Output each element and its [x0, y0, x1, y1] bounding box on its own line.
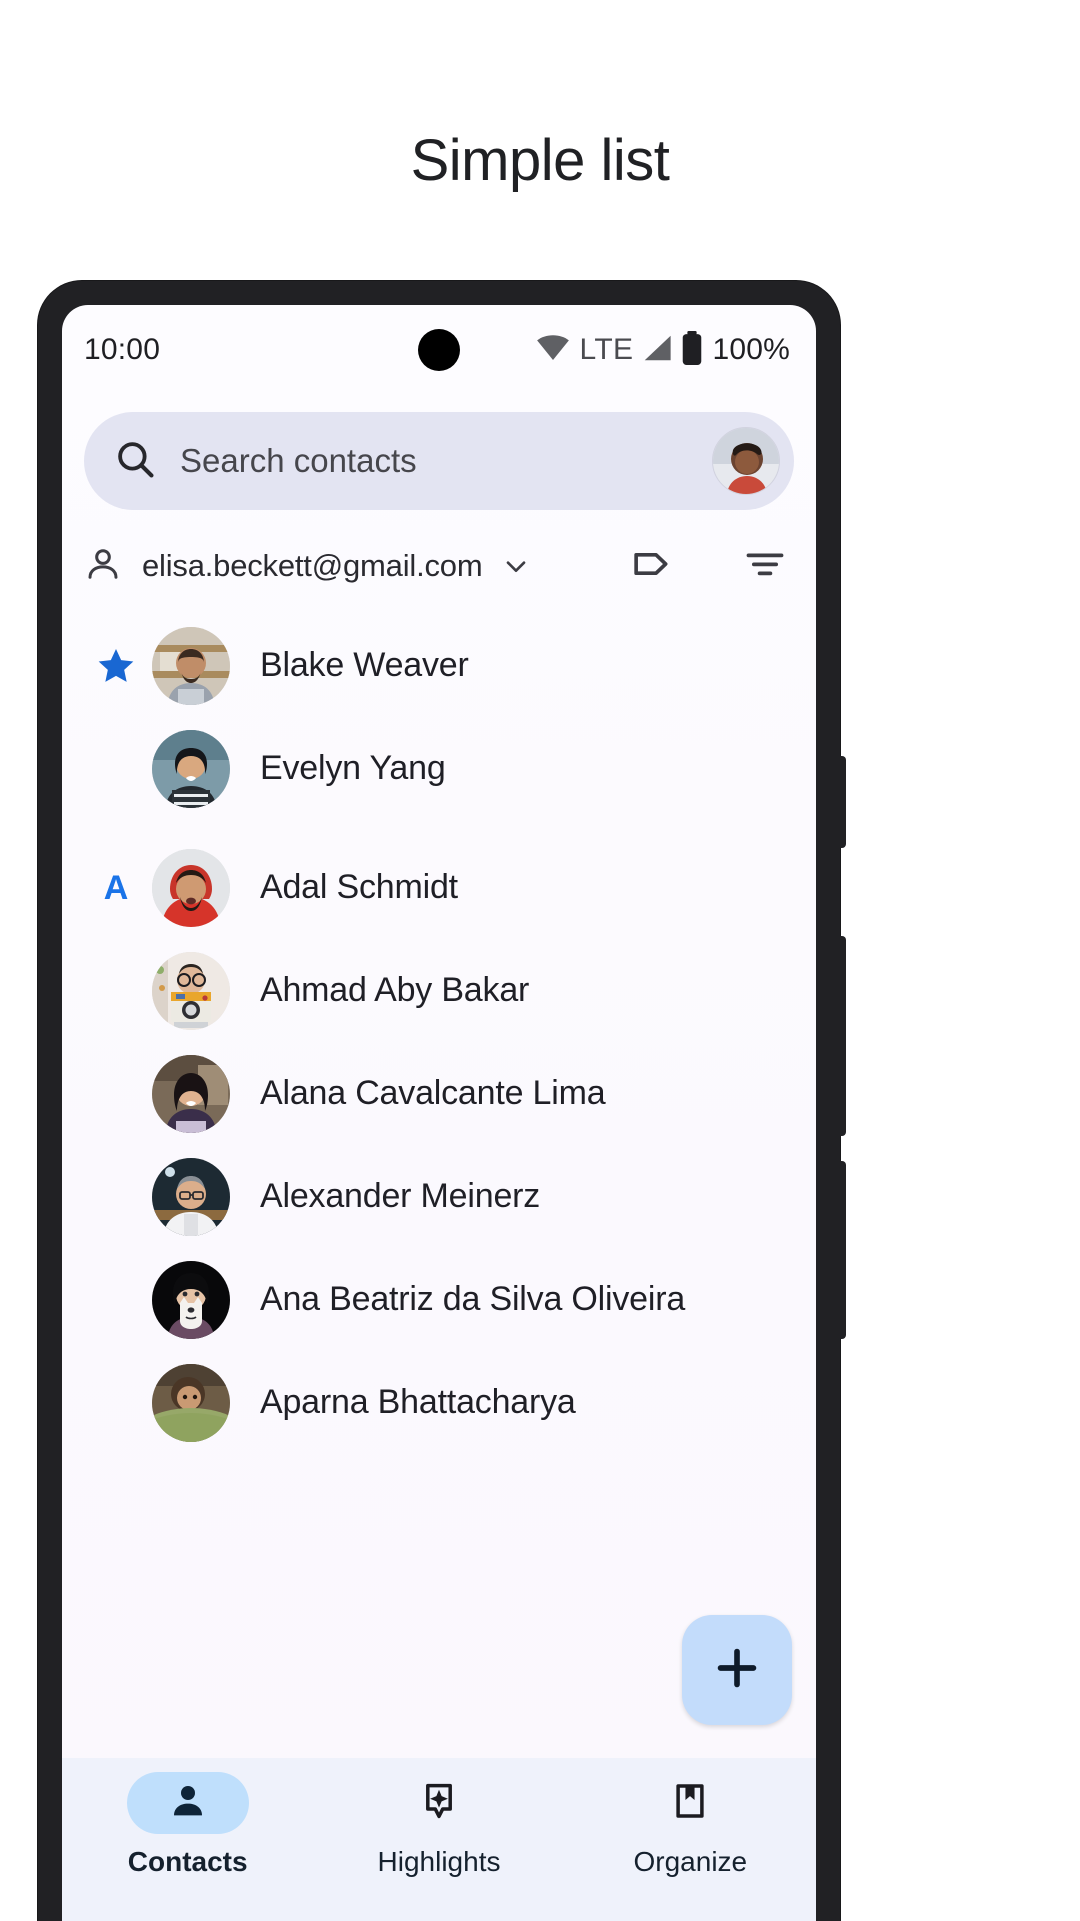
nav-item-contacts[interactable]: Contacts — [62, 1772, 313, 1878]
contact-name: Adal Schmidt — [260, 868, 458, 906]
nav-pill-contacts — [126, 1772, 249, 1834]
profile-avatar[interactable] — [712, 427, 780, 495]
table-row[interactable]: Blake Weaver — [62, 614, 816, 717]
nav-label-contacts: Contacts — [127, 1846, 248, 1877]
battery-percentage: 100% — [712, 333, 790, 366]
table-row[interactable]: Aparna Bhattacharya — [62, 1351, 816, 1454]
nav-item-highlights[interactable]: Highlights — [313, 1772, 564, 1878]
person-icon — [84, 545, 122, 588]
bottom-navigation: Contacts Highlights Organize — [62, 1758, 816, 1921]
avatar — [152, 1260, 230, 1339]
avatar — [152, 1157, 230, 1236]
phone-side-button-middle — [837, 936, 846, 1136]
person-filled-icon — [168, 1781, 208, 1826]
contacts-list: Blake Weaver Evelyn Yang A Adal Schmidt … — [62, 614, 816, 1464]
wifi-icon — [536, 334, 570, 366]
account-actions — [630, 541, 788, 592]
nav-item-organize[interactable]: Organize — [565, 1772, 816, 1878]
table-row[interactable]: Alana Cavalcante Lima — [62, 1042, 816, 1145]
chevron-down-icon[interactable] — [500, 550, 532, 582]
row-marker — [80, 646, 152, 686]
filter-icon[interactable] — [742, 541, 788, 592]
table-row[interactable]: Ana Beatriz da Silva Oliveira — [62, 1248, 816, 1351]
camera-punch-hole — [418, 329, 460, 371]
status-bar: 10:00 LTE 100% — [62, 305, 816, 395]
search-input[interactable]: Search contacts — [180, 442, 712, 480]
search-icon — [114, 438, 156, 485]
search-bar[interactable]: Search contacts — [84, 412, 794, 510]
avatar — [152, 626, 230, 705]
section-letter: A — [103, 868, 129, 907]
account-row[interactable]: elisa.beckett@gmail.com — [62, 518, 816, 614]
avatar — [152, 729, 230, 808]
table-row[interactable]: Evelyn Yang — [62, 717, 816, 820]
page-title: Simple list — [410, 128, 670, 193]
contact-name: Alana Cavalcante Lima — [260, 1074, 606, 1112]
network-type-label: LTE — [579, 333, 634, 366]
contact-name: Ana Beatriz da Silva Oliveira — [260, 1280, 686, 1318]
nav-pill-organize — [629, 1772, 751, 1834]
sparkle-card-icon — [418, 1780, 460, 1827]
contact-name: Ahmad Aby Bakar — [260, 971, 530, 1009]
status-time: 10:00 — [84, 333, 161, 366]
bookmark-icon — [669, 1780, 711, 1827]
account-email: elisa.beckett@gmail.com — [142, 548, 483, 583]
label-tag-icon[interactable] — [630, 541, 676, 592]
table-row[interactable]: Ahmad Aby Bakar — [62, 939, 816, 1042]
table-row[interactable]: A Adal Schmidt — [62, 836, 816, 939]
status-icons: LTE 100% — [536, 330, 790, 370]
phone-side-button-bottom — [837, 1161, 846, 1339]
nav-pill-highlights — [378, 1772, 500, 1834]
add-contact-fab[interactable] — [682, 1615, 792, 1725]
phone-side-button-top — [837, 756, 846, 848]
avatar — [152, 1054, 230, 1133]
phone-mockup: 10:00 LTE 100% Search contacts elisa.bec… — [38, 281, 846, 1921]
star-icon — [96, 646, 136, 686]
section-header: A — [80, 871, 152, 905]
avatar — [152, 1363, 230, 1442]
contact-name: Alexander Meinerz — [260, 1177, 541, 1215]
contact-name: Evelyn Yang — [260, 749, 446, 787]
avatar — [152, 951, 230, 1030]
avatar — [152, 848, 230, 927]
nav-label-highlights: Highlights — [377, 1846, 501, 1877]
nav-label-organize: Organize — [633, 1846, 748, 1877]
battery-icon — [681, 330, 703, 370]
contact-name: Aparna Bhattacharya — [260, 1383, 576, 1421]
plus-icon — [711, 1642, 763, 1699]
contact-name: Blake Weaver — [260, 646, 469, 684]
group-divider — [62, 820, 816, 836]
table-row[interactable]: Alexander Meinerz — [62, 1145, 816, 1248]
signal-icon — [642, 334, 672, 367]
phone-screen: 10:00 LTE 100% Search contacts elisa.bec… — [62, 305, 816, 1921]
